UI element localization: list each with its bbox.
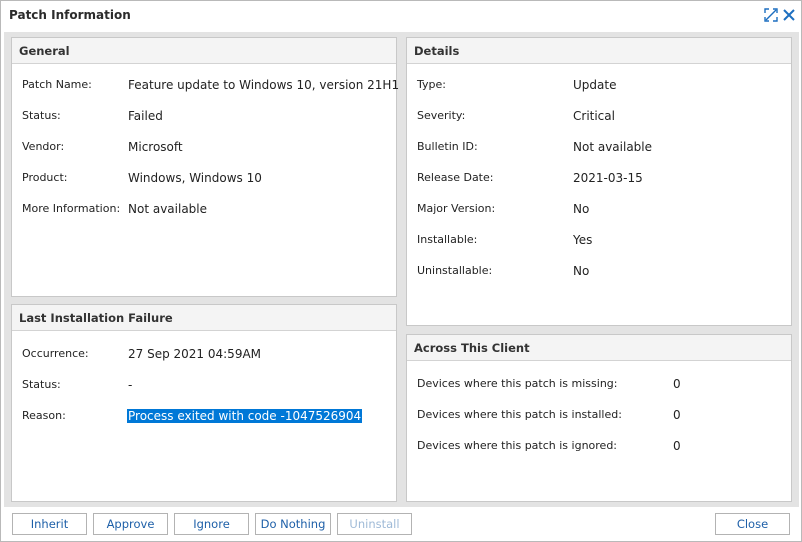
row-value: No — [573, 202, 590, 216]
general-row-more-information: More Information: Not available — [22, 202, 392, 218]
client-panel-title: Across This Client — [414, 341, 530, 355]
row-label: Devices where this patch is ignored: — [417, 439, 618, 452]
row-value: 2021-03-15 — [573, 171, 643, 185]
content-area: General Patch Name: Feature update to Wi… — [4, 32, 799, 507]
details-row-installable: Installable: Yes — [417, 233, 787, 249]
general-panel-title: General — [19, 44, 70, 58]
row-value: Microsoft — [128, 140, 183, 154]
general-panel-header: General — [12, 38, 396, 64]
close-button[interactable]: Close — [715, 513, 790, 535]
do-nothing-button[interactable]: Do Nothing — [255, 513, 331, 535]
row-value: Update — [573, 78, 617, 92]
row-value: Windows, Windows 10 — [128, 171, 262, 185]
row-value: - — [128, 378, 133, 392]
general-row-patch-name: Patch Name: Feature update to Windows 10… — [22, 78, 399, 94]
row-label: Uninstallable: — [417, 264, 493, 277]
row-value: No — [573, 264, 590, 278]
row-label: Occurrence: — [22, 347, 89, 360]
row-value: Not available — [128, 202, 208, 216]
title-bar: Patch Information — [1, 1, 801, 31]
uninstall-button: Uninstall — [337, 513, 412, 535]
row-value: Feature update to Windows 10, version 21… — [128, 78, 400, 92]
row-label: Vendor: — [22, 140, 65, 153]
details-row-type: Type: Update — [417, 78, 787, 94]
row-label: Devices where this patch is installed: — [417, 408, 622, 421]
row-value: 0 — [673, 439, 681, 453]
row-label: Type: — [417, 78, 446, 91]
general-row-product: Product: Windows, Windows 10 — [22, 171, 392, 187]
row-value: Not available — [573, 140, 653, 154]
failure-row-occurrence: Occurrence: 27 Sep 2021 04:59AM — [22, 347, 392, 363]
general-row-vendor: Vendor: Microsoft — [22, 140, 392, 156]
details-row-release-date: Release Date: 2021-03-15 — [417, 171, 787, 187]
row-label: Status: — [22, 378, 61, 391]
across-this-client-panel: Across This Client Devices where this pa… — [406, 334, 792, 502]
expand-icon[interactable] — [763, 7, 779, 23]
row-label: Installable: — [417, 233, 478, 246]
row-value: Yes — [573, 233, 593, 247]
close-icon[interactable] — [781, 7, 797, 23]
row-value: 0 — [673, 408, 681, 422]
row-label: Release Date: — [417, 171, 494, 184]
ignore-button[interactable]: Ignore — [174, 513, 249, 535]
row-label: Patch Name: — [22, 78, 92, 91]
button-bar: Inherit Approve Ignore Do Nothing Uninst… — [1, 507, 801, 541]
last-installation-failure-panel: Last Installation Failure Occurrence: 27… — [11, 304, 397, 502]
details-row-major-version: Major Version: No — [417, 202, 787, 218]
row-label: Reason: — [22, 409, 66, 422]
row-label: Devices where this patch is missing: — [417, 377, 618, 390]
details-row-bulletin-id: Bulletin ID: Not available — [417, 140, 787, 156]
failure-panel-header: Last Installation Failure — [12, 305, 396, 331]
details-row-uninstallable: Uninstallable: No — [417, 264, 787, 280]
general-panel: General Patch Name: Feature update to Wi… — [11, 37, 399, 297]
details-row-severity: Severity: Critical — [417, 109, 787, 125]
patch-information-dialog: Patch Information General Patch Name: Fe… — [0, 0, 802, 542]
failure-row-reason: Reason: Process exited with code -104752… — [22, 409, 392, 425]
inherit-button[interactable]: Inherit — [12, 513, 87, 535]
approve-button[interactable]: Approve — [93, 513, 168, 535]
details-panel-title: Details — [414, 44, 460, 58]
details-panel: Details Type: Update Severity: Critical … — [406, 37, 792, 326]
row-label: Severity: — [417, 109, 466, 122]
row-value: 27 Sep 2021 04:59AM — [128, 347, 262, 361]
client-panel-header: Across This Client — [407, 335, 791, 361]
row-label: Product: — [22, 171, 68, 184]
row-label: Major Version: — [417, 202, 496, 215]
reason-value-selected-text[interactable]: Process exited with code -1047526904 — [127, 409, 363, 423]
client-row-missing: Devices where this patch is missing: 0 — [417, 377, 787, 393]
row-label: Status: — [22, 109, 61, 122]
row-label: Bulletin ID: — [417, 140, 478, 153]
row-label: More Information: — [22, 202, 121, 215]
failure-row-status: Status: - — [22, 378, 392, 394]
details-panel-header: Details — [407, 38, 791, 64]
row-value: 0 — [673, 377, 681, 391]
failure-panel-title: Last Installation Failure — [19, 311, 173, 325]
dialog-title: Patch Information — [9, 8, 131, 22]
client-row-ignored: Devices where this patch is ignored: 0 — [417, 439, 787, 455]
row-value: Critical — [573, 109, 615, 123]
row-value: Failed — [128, 109, 163, 123]
general-row-status: Status: Failed — [22, 109, 392, 125]
client-row-installed: Devices where this patch is installed: 0 — [417, 408, 787, 424]
